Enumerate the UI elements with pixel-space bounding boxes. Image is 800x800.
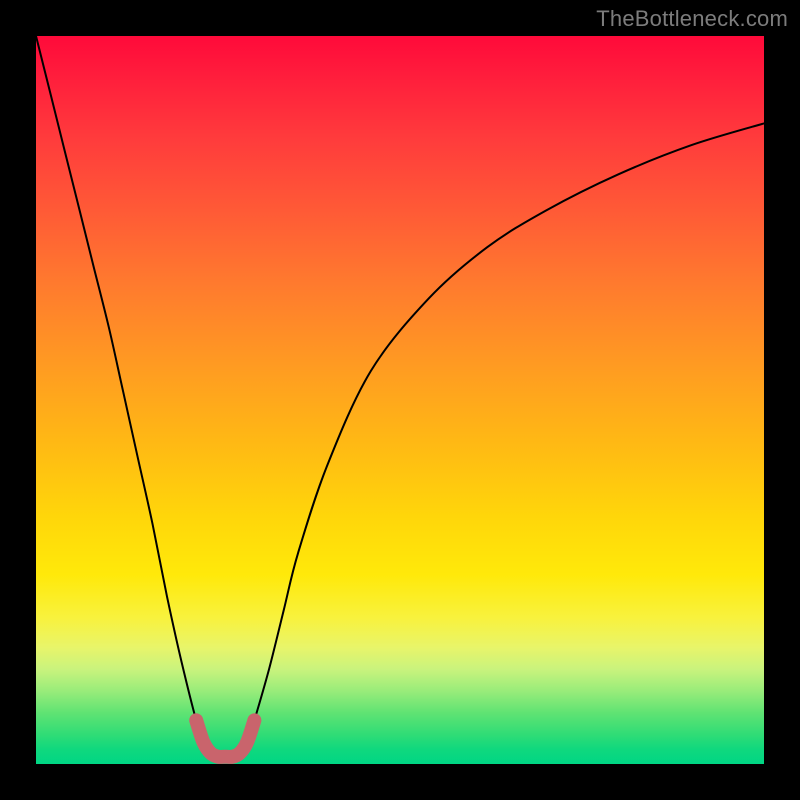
chart-frame: TheBottleneck.com [0,0,800,800]
valley-marker [196,720,254,757]
watermark-label: TheBottleneck.com [596,6,788,32]
plot-area [36,36,764,764]
bottleneck-curve [36,36,764,757]
chart-svg [36,36,764,764]
